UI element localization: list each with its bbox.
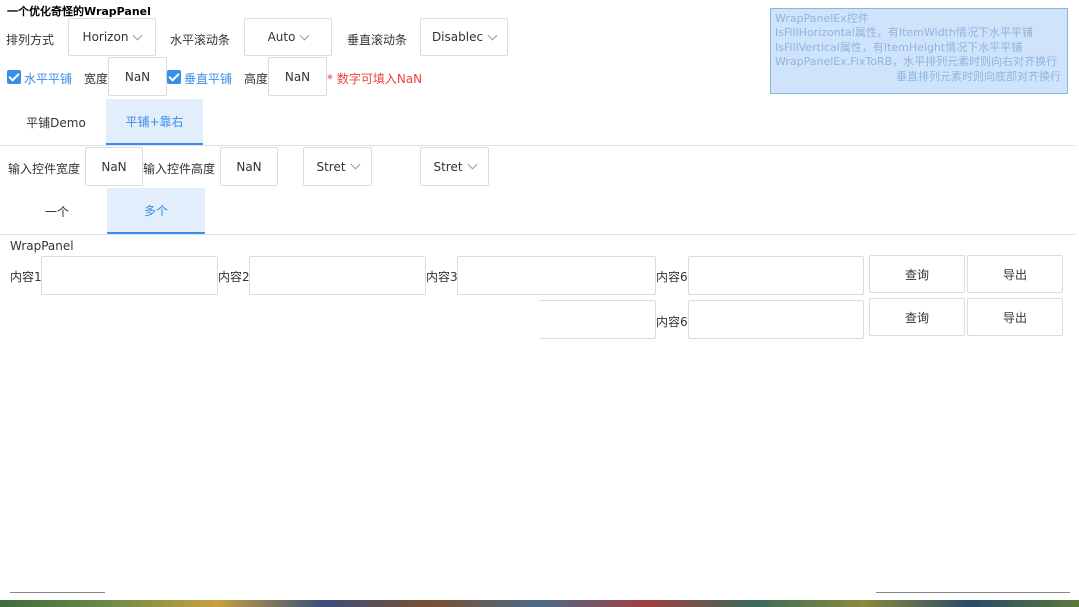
content-label-2: 内容2 <box>218 270 250 284</box>
fill-horizontal-label[interactable]: 水平平铺 <box>24 70 72 87</box>
panel-title: WrapPanel <box>10 239 74 253</box>
content-label-6-row2: 内容6 <box>656 315 688 329</box>
tab-divider <box>0 145 1075 146</box>
desktop-background-strip <box>0 600 1079 607</box>
orientation-label: 排列方式 <box>6 33 55 47</box>
tab-single[interactable]: 一个 <box>8 188 106 234</box>
chevron-down-icon <box>299 30 310 40</box>
fill-vertical-label[interactable]: 垂直平铺 <box>184 70 232 87</box>
chevron-down-icon <box>350 159 360 170</box>
chevron-down-icon <box>132 30 143 40</box>
content-input-2[interactable] <box>249 256 426 295</box>
content-label-6: 内容6 <box>656 270 688 284</box>
export-button-row2[interactable]: 导出 <box>967 298 1063 336</box>
fill-vertical-checkbox[interactable] <box>167 70 181 84</box>
chevron-down-icon <box>467 159 477 170</box>
content-label-1: 内容1 <box>10 270 42 284</box>
nan-hint: * 数字可填入NaN <box>327 72 423 86</box>
fill-horizontal-checkbox[interactable] <box>7 70 21 84</box>
vertical-align-combobox[interactable]: Stret <box>420 147 489 186</box>
info-line: IsFillVertical属性，有ItemHeight情况下水平平铺 <box>775 40 1023 54</box>
hscroll-combobox[interactable]: Auto <box>244 18 332 56</box>
subtab-divider <box>0 234 1075 235</box>
tab-multiple[interactable]: 多个 <box>107 188 205 234</box>
export-button[interactable]: 导出 <box>967 255 1063 293</box>
height-input[interactable]: NaN <box>268 57 327 96</box>
horizontal-scrollbar-left[interactable] <box>10 592 105 593</box>
horizontal-scrollbar-right[interactable] <box>876 592 1070 593</box>
content-input-partial[interactable] <box>539 300 656 339</box>
input-height-label: 输入控件高度 <box>143 162 216 176</box>
chevron-down-icon <box>487 30 498 40</box>
info-line: IsFillHorizontal属性，有ItemWidth情况下水平平铺 <box>775 26 1033 40</box>
window-title: 一个优化奇怪的WrapPanel <box>7 5 151 18</box>
height-label: 高度 <box>244 72 269 86</box>
vscroll-label: 垂直滚动条 <box>347 33 408 47</box>
input-height-field[interactable]: NaN <box>220 147 278 186</box>
input-width-field[interactable]: NaN <box>85 147 143 186</box>
width-label: 宽度 <box>84 72 109 86</box>
tab-fill-demo[interactable]: 平铺Demo <box>8 99 104 145</box>
content-input-1[interactable] <box>41 256 218 295</box>
tab-fill-right[interactable]: 平铺+靠右 <box>106 99 203 145</box>
info-box: WrapPanelEx控件 IsFillHorizontal属性，有ItemWi… <box>770 8 1068 94</box>
horizontal-align-combobox[interactable]: Stret <box>303 147 372 186</box>
content-input-6[interactable] <box>688 256 864 295</box>
info-line: WrapPanelEx控件 <box>775 12 869 25</box>
width-input[interactable]: NaN <box>108 57 167 96</box>
query-button-row2[interactable]: 查询 <box>869 298 965 336</box>
info-line: WrapPanelEx.FixToRB，水平排列元素时则向右对齐换行 <box>775 55 1058 69</box>
query-button[interactable]: 查询 <box>869 255 965 293</box>
hscroll-label: 水平滚动条 <box>170 33 231 47</box>
info-line: 垂直排列元素时则向底部对齐换行 <box>896 69 1061 83</box>
content-label-3: 内容3 <box>426 270 458 284</box>
content-input-3[interactable] <box>457 256 656 295</box>
vscroll-combobox[interactable]: Disablec <box>420 18 508 56</box>
content-input-6-row2[interactable] <box>688 300 864 339</box>
orientation-combobox[interactable]: Horizon <box>68 18 156 56</box>
input-width-label: 输入控件宽度 <box>8 162 81 176</box>
